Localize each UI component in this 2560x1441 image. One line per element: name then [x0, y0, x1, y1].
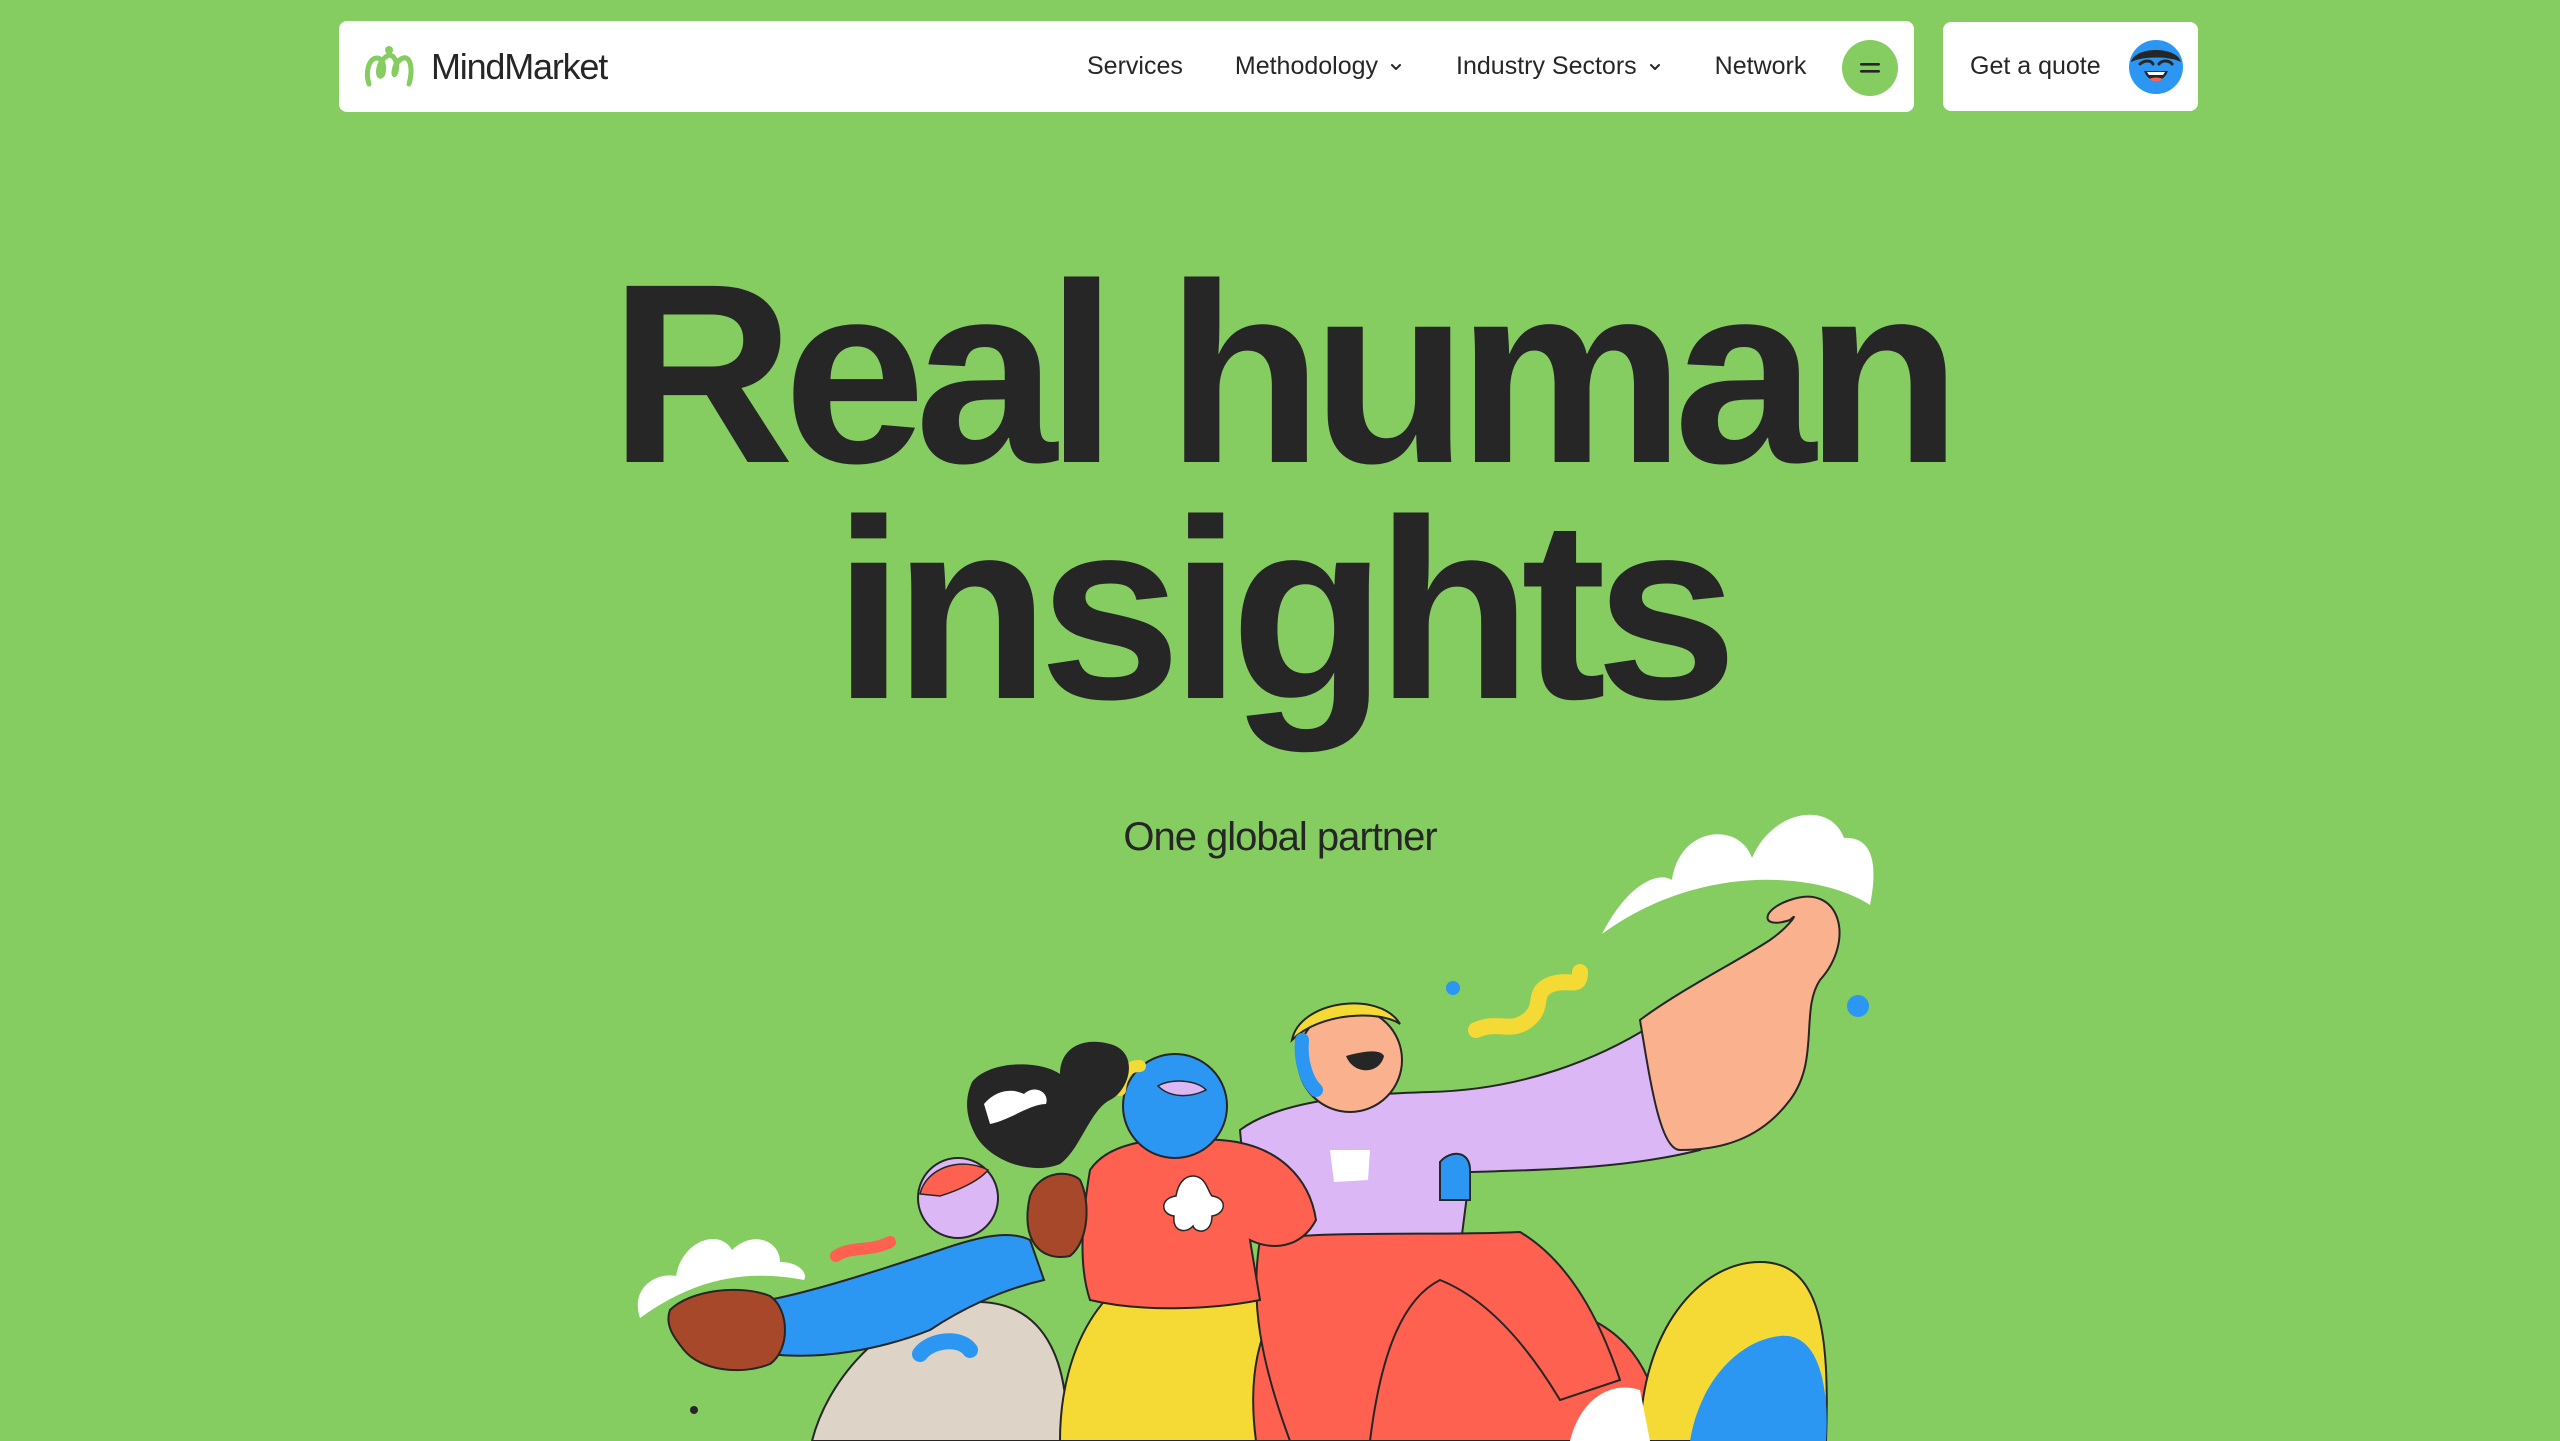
- cloud-left: [637, 1238, 805, 1318]
- hair-highlight: [984, 1089, 1047, 1124]
- black-dot: [690, 1406, 698, 1414]
- nav-item-network[interactable]: Network: [1715, 52, 1807, 81]
- nav-item-industry-sectors[interactable]: Industry Sectors: [1456, 52, 1663, 81]
- nav-item-label: Network: [1714, 52, 1807, 80]
- smiling-face-avatar-icon: [2129, 40, 2183, 94]
- open-mouth: [1346, 1051, 1384, 1071]
- nav-item-label: Services: [1087, 52, 1183, 80]
- hero-subtitle: One global partner: [1123, 815, 1437, 859]
- brown-fist: [667, 1288, 786, 1372]
- nav-item-label: Industry Sectors: [1456, 52, 1637, 80]
- brand-name: MindMarket: [431, 45, 608, 87]
- black-ponytail-hair: [967, 1041, 1129, 1169]
- get-a-quote-button[interactable]: Get a quote: [1943, 22, 2198, 111]
- hero-title-line-2: insights: [833, 467, 1737, 753]
- nav-item-methodology[interactable]: Methodology: [1235, 52, 1404, 81]
- pocket: [1330, 1150, 1370, 1182]
- yellow-headband: [1114, 1060, 1146, 1096]
- page: MindMarket Services Methodology Industry…: [0, 0, 2560, 1441]
- face-lilac: [917, 1157, 999, 1239]
- blue-cuff: [912, 1333, 978, 1362]
- blue-arm: [754, 1234, 1046, 1357]
- beige-leg: [810, 1300, 1068, 1441]
- nav-links: Services Methodology Industry Sectors Ne…: [1087, 21, 1858, 112]
- pointing-hand: [1638, 895, 1841, 1152]
- blue-dot: [1446, 981, 1460, 995]
- chevron-down-icon: [1649, 63, 1660, 70]
- hero-title: Real human insights: [0, 231, 2560, 753]
- face-blue: [1122, 1053, 1228, 1159]
- shoe-sole: [1570, 1387, 1650, 1441]
- squiggle-logo-icon: [364, 45, 414, 86]
- menu-button[interactable]: [1842, 40, 1898, 96]
- brand-home-link[interactable]: MindMarket: [363, 21, 608, 112]
- red-leg: [1252, 1247, 1662, 1441]
- flower-center: [1181, 1192, 1205, 1216]
- red-shirt: [1081, 1137, 1318, 1310]
- face-peach: [1297, 1007, 1403, 1113]
- hamburger-icon: [1860, 63, 1880, 73]
- red-squiggle: [830, 1236, 896, 1262]
- nav-item-label: Methodology: [1234, 52, 1379, 80]
- yellow-cap: [1290, 1002, 1401, 1044]
- flower-petals: [1163, 1175, 1224, 1232]
- red-pants: [1255, 1230, 1622, 1441]
- yellow-leg: [1058, 1260, 1294, 1441]
- red-hair: [919, 1163, 990, 1197]
- hero-title-line-1: Real human: [609, 231, 1962, 517]
- nav-item-services[interactable]: Services: [1087, 52, 1183, 81]
- lilac-shirt: [1238, 1018, 1702, 1256]
- lips: [1156, 1080, 1208, 1097]
- shoe-blue: [1690, 1335, 1827, 1441]
- blue-face-stripe: [1294, 1033, 1323, 1097]
- get-a-quote-label: Get a quote: [1970, 52, 2101, 80]
- yellow-squiggle: [1468, 964, 1588, 1038]
- blue-dot: [1847, 995, 1869, 1017]
- blue-hand: [1439, 1152, 1471, 1201]
- shoe-yellow: [1638, 1260, 1828, 1441]
- chevron-down-icon: [1391, 63, 1402, 70]
- main-navigation: MindMarket Services Methodology Industry…: [339, 21, 1914, 112]
- brown-hand: [1026, 1172, 1088, 1258]
